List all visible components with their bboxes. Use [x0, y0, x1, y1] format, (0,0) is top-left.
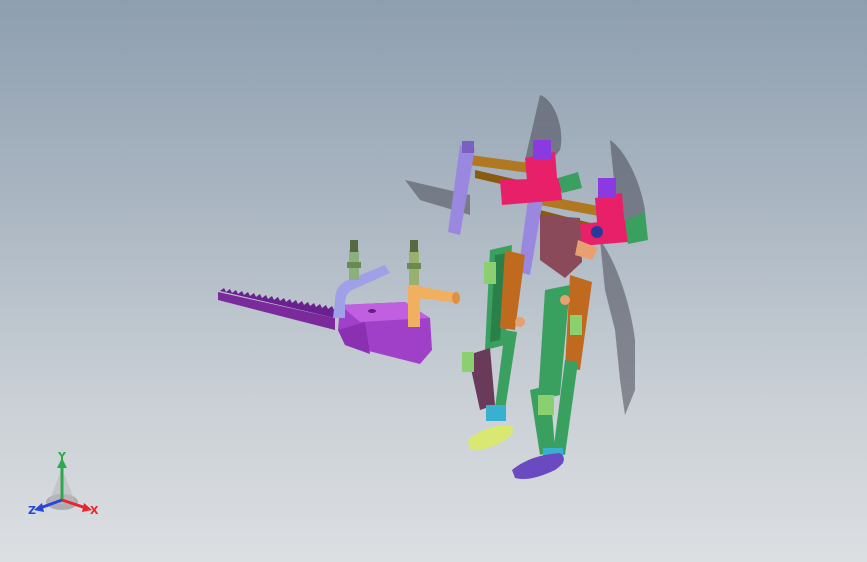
left-foot	[468, 425, 514, 451]
z-axis-label: Z	[28, 504, 36, 517]
y-axis-label: Y	[58, 450, 66, 463]
chainsaw-model[interactable]	[218, 240, 460, 364]
cad-viewport[interactable]	[0, 0, 867, 562]
x-axis-label: X	[90, 504, 99, 517]
torso-plate	[540, 215, 582, 278]
reference-triad: Y X Z	[22, 448, 106, 524]
right-foot	[512, 453, 564, 479]
right-leg	[512, 275, 592, 479]
left-leg	[462, 245, 525, 451]
right-handle	[407, 240, 460, 327]
